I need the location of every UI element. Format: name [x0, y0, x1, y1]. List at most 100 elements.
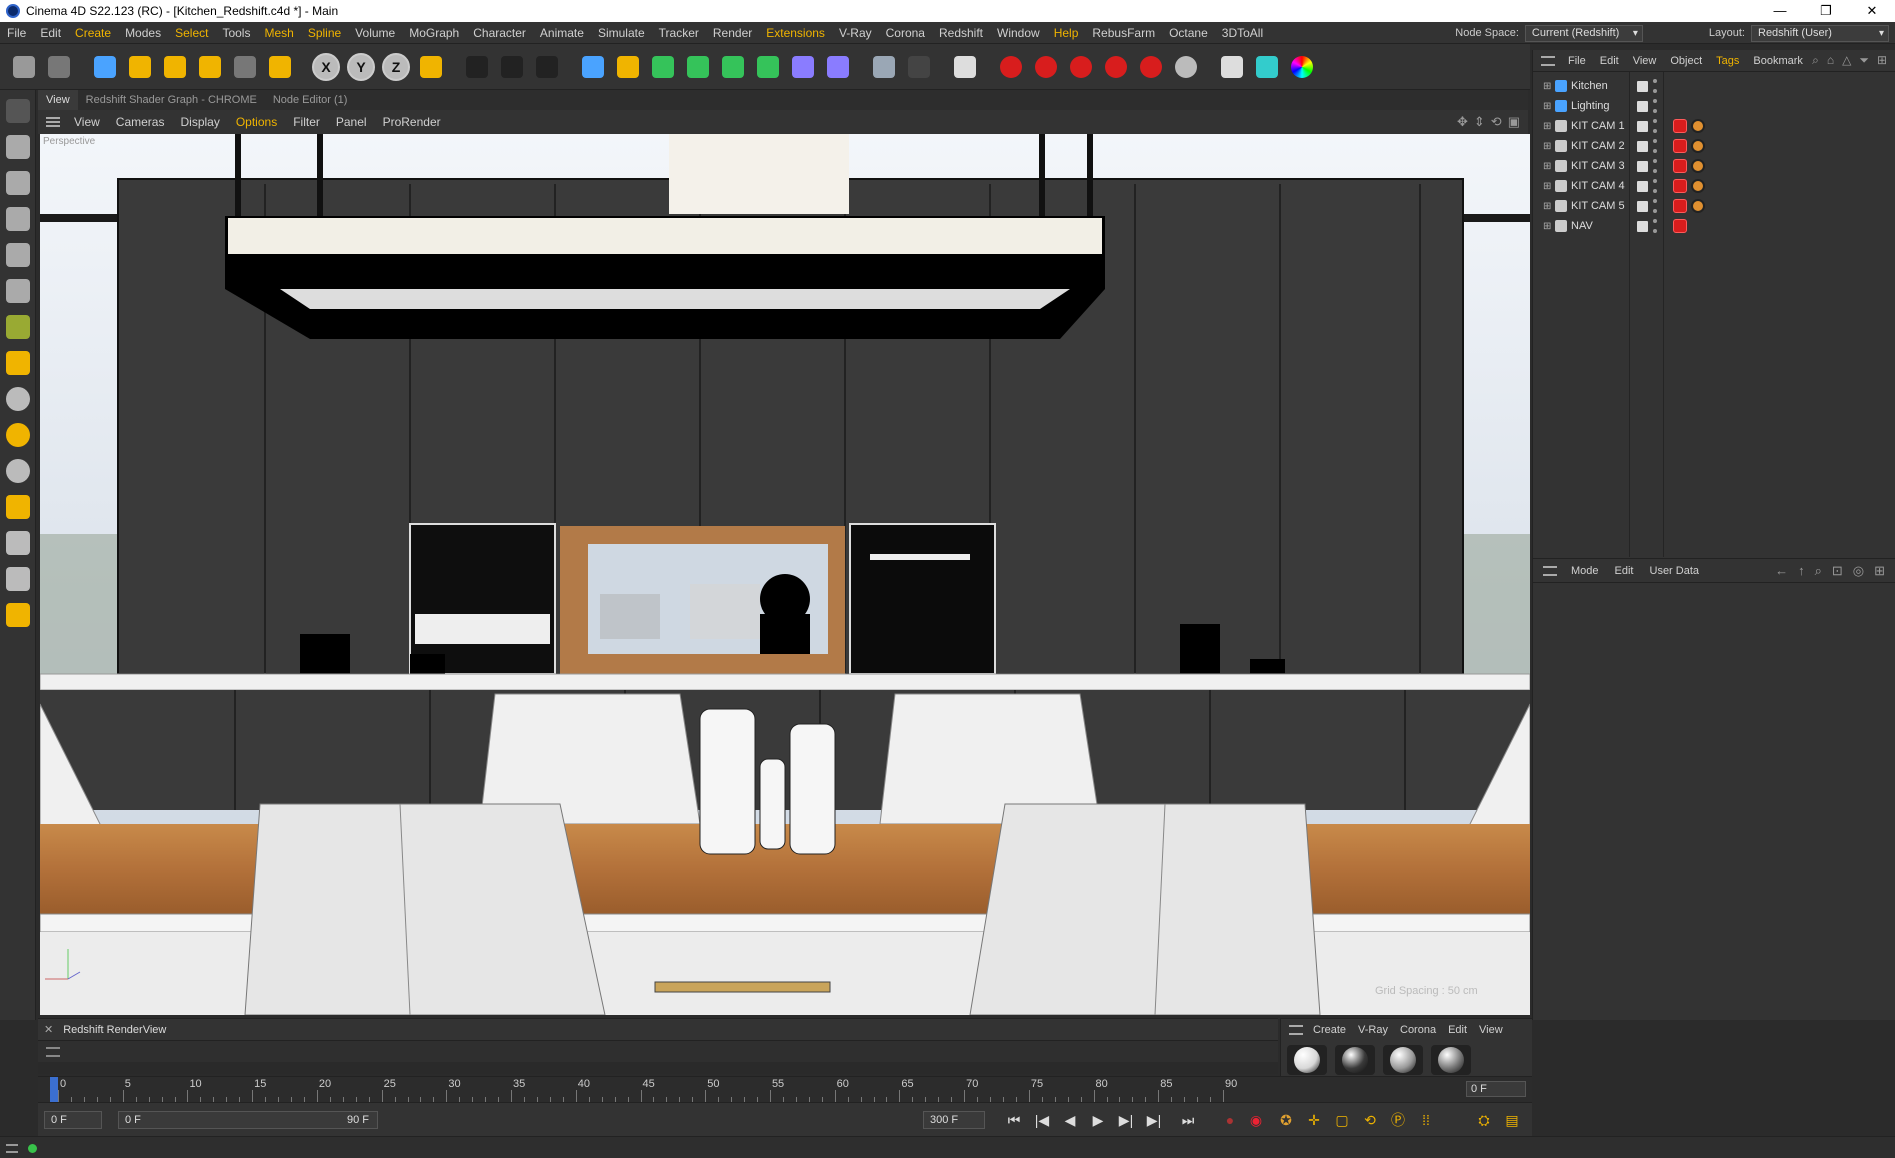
- edges-mode-button[interactable]: [3, 240, 33, 270]
- layer-icon[interactable]: [1637, 100, 1648, 112]
- current-frame-field[interactable]: 0 F: [1466, 1081, 1526, 1097]
- expand-icon[interactable]: ⊞: [1543, 101, 1551, 112]
- status-menu-icon[interactable]: [6, 1144, 18, 1153]
- object-row[interactable]: ⊞ KIT CAM 1: [1533, 116, 1895, 136]
- menu-modes[interactable]: Modes: [118, 22, 168, 44]
- redshift-camera-tag-icon[interactable]: [1673, 199, 1687, 213]
- menu-mesh[interactable]: Mesh: [257, 22, 300, 44]
- node-space-dropdown[interactable]: Current (Redshift): [1524, 24, 1643, 42]
- texture-mode-button[interactable]: [3, 168, 33, 198]
- object-row[interactable]: ⊞ KIT CAM 3: [1533, 156, 1895, 176]
- settings-icon[interactable]: ◎: [1853, 563, 1864, 579]
- visibility-dots[interactable]: [1653, 179, 1659, 193]
- restore-icon[interactable]: ❐: [1803, 0, 1849, 22]
- filter-icon[interactable]: ⏷: [1859, 53, 1869, 68]
- deformer-button[interactable]: [787, 51, 819, 83]
- pen-button[interactable]: [612, 51, 644, 83]
- axis-x-button[interactable]: X: [310, 51, 342, 83]
- menu-corona[interactable]: Corona: [879, 22, 932, 44]
- cube-button[interactable]: [577, 51, 609, 83]
- menu-edit[interactable]: Edit: [33, 22, 68, 44]
- protection-tag-icon[interactable]: [1691, 159, 1705, 173]
- snap-button[interactable]: [3, 384, 33, 414]
- back-arrow-icon[interactable]: ←: [1775, 563, 1788, 579]
- home-icon[interactable]: ⌂: [1827, 53, 1834, 68]
- render-settings-button[interactable]: [531, 51, 563, 83]
- search-icon[interactable]: ⌕: [1815, 563, 1822, 579]
- redshift-proxy-button[interactable]: [1135, 51, 1167, 83]
- expand-icon[interactable]: ⊞: [1543, 141, 1551, 152]
- polygons-mode-button[interactable]: [3, 276, 33, 306]
- material-swatch[interactable]: [1335, 1045, 1375, 1075]
- object-row[interactable]: ⊞ NAV: [1533, 216, 1895, 236]
- protection-tag-icon[interactable]: [1691, 139, 1705, 153]
- record-off-icon[interactable]: ●: [1220, 1110, 1240, 1130]
- palette-button[interactable]: [1251, 51, 1283, 83]
- object-name[interactable]: Kitchen: [1571, 80, 1608, 92]
- expand-icon[interactable]: ⊞: [1543, 201, 1551, 212]
- object-menu-edit[interactable]: Edit: [1593, 55, 1626, 67]
- expand-icon[interactable]: ⊞: [1543, 161, 1551, 172]
- menu-create[interactable]: Create: [68, 22, 118, 44]
- tab-view[interactable]: View: [38, 90, 78, 110]
- viewport-menu-cameras[interactable]: Cameras: [108, 115, 173, 129]
- attribute-menu-edit[interactable]: Edit: [1607, 565, 1642, 577]
- layer-icon[interactable]: [1637, 220, 1648, 232]
- menu-help[interactable]: Help: [1047, 22, 1086, 44]
- close-renderview-icon[interactable]: ✕: [44, 1023, 53, 1036]
- quantize-button[interactable]: [3, 492, 33, 522]
- color-wheel-button[interactable]: [1286, 51, 1318, 83]
- start-frame-field[interactable]: 0 F: [44, 1111, 102, 1129]
- redshift-material-button[interactable]: [1065, 51, 1097, 83]
- object-name[interactable]: KIT CAM 4: [1571, 180, 1625, 192]
- menu-animate[interactable]: Animate: [533, 22, 591, 44]
- make-editable-button[interactable]: [3, 96, 33, 126]
- axis-y-button[interactable]: Y: [345, 51, 377, 83]
- object-manager-menu-icon[interactable]: [1541, 55, 1555, 66]
- axis-mode-button[interactable]: [3, 348, 33, 378]
- material-menu-icon[interactable]: [1289, 1025, 1303, 1035]
- menu-volume[interactable]: Volume: [348, 22, 402, 44]
- 3d-viewport[interactable]: Perspective Grid Spacing : 50 cm: [40, 134, 1530, 1015]
- object-name[interactable]: KIT CAM 2: [1571, 140, 1625, 152]
- menu-character[interactable]: Character: [466, 22, 533, 44]
- material-menu-v-ray[interactable]: V-Ray: [1352, 1024, 1394, 1036]
- new-panel-icon[interactable]: ⊞: [1877, 53, 1887, 68]
- up-arrow-icon[interactable]: ↑: [1798, 563, 1805, 579]
- playhead[interactable]: [50, 1077, 58, 1102]
- menu-render[interactable]: Render: [706, 22, 759, 44]
- menu-simulate[interactable]: Simulate: [591, 22, 652, 44]
- menu-window[interactable]: Window: [990, 22, 1047, 44]
- tab-redshift-shader-graph-chrome[interactable]: Redshift Shader Graph - CHROME: [78, 94, 265, 106]
- search-tool-button[interactable]: [1216, 51, 1248, 83]
- layer-icon[interactable]: [1637, 80, 1648, 92]
- go-to-end-icon[interactable]: ⏭: [1178, 1110, 1198, 1130]
- redshift-camera-tag-icon[interactable]: [1673, 139, 1687, 153]
- object-menu-file[interactable]: File: [1561, 55, 1593, 67]
- scheme-settings-icon[interactable]: ⛭: [1474, 1110, 1494, 1130]
- light-button[interactable]: [949, 51, 981, 83]
- autokey-icon[interactable]: ◉: [1246, 1110, 1266, 1130]
- subdivision-button[interactable]: [647, 51, 679, 83]
- visibility-dots[interactable]: [1653, 199, 1659, 213]
- layout-dropdown[interactable]: Redshift (User): [1751, 24, 1889, 42]
- next-key-icon[interactable]: ▶|: [1144, 1110, 1164, 1130]
- timeline-ruler[interactable]: 0 F 0 5 10 15 20 25 30 35 40 45 50 55 60 65 70 75 80 85 90: [38, 1076, 1532, 1102]
- previous-frame-icon[interactable]: ◀: [1060, 1110, 1080, 1130]
- tab-node-editor-1[interactable]: Node Editor (1): [265, 94, 356, 106]
- play-icon[interactable]: ▶: [1088, 1110, 1108, 1130]
- object-menu-object[interactable]: Object: [1663, 55, 1709, 67]
- viewport-menu-icon[interactable]: [46, 117, 60, 127]
- object-row[interactable]: ⊞ Lighting: [1533, 96, 1895, 116]
- close-icon[interactable]: ✕: [1849, 0, 1895, 22]
- go-to-start-icon[interactable]: ⏮: [1004, 1110, 1024, 1130]
- menu-3dtoall[interactable]: 3DToAll: [1215, 22, 1270, 44]
- workplane-button[interactable]: [3, 456, 33, 486]
- protection-tag-icon[interactable]: [1691, 119, 1705, 133]
- new-panel-icon[interactable]: ⊞: [1874, 563, 1885, 579]
- material-menu-create[interactable]: Create: [1307, 1024, 1352, 1036]
- model-mode-button[interactable]: [3, 132, 33, 162]
- pan-icon[interactable]: ✥: [1457, 114, 1468, 130]
- object-name[interactable]: KIT CAM 3: [1571, 160, 1625, 172]
- object-name[interactable]: Lighting: [1571, 100, 1610, 112]
